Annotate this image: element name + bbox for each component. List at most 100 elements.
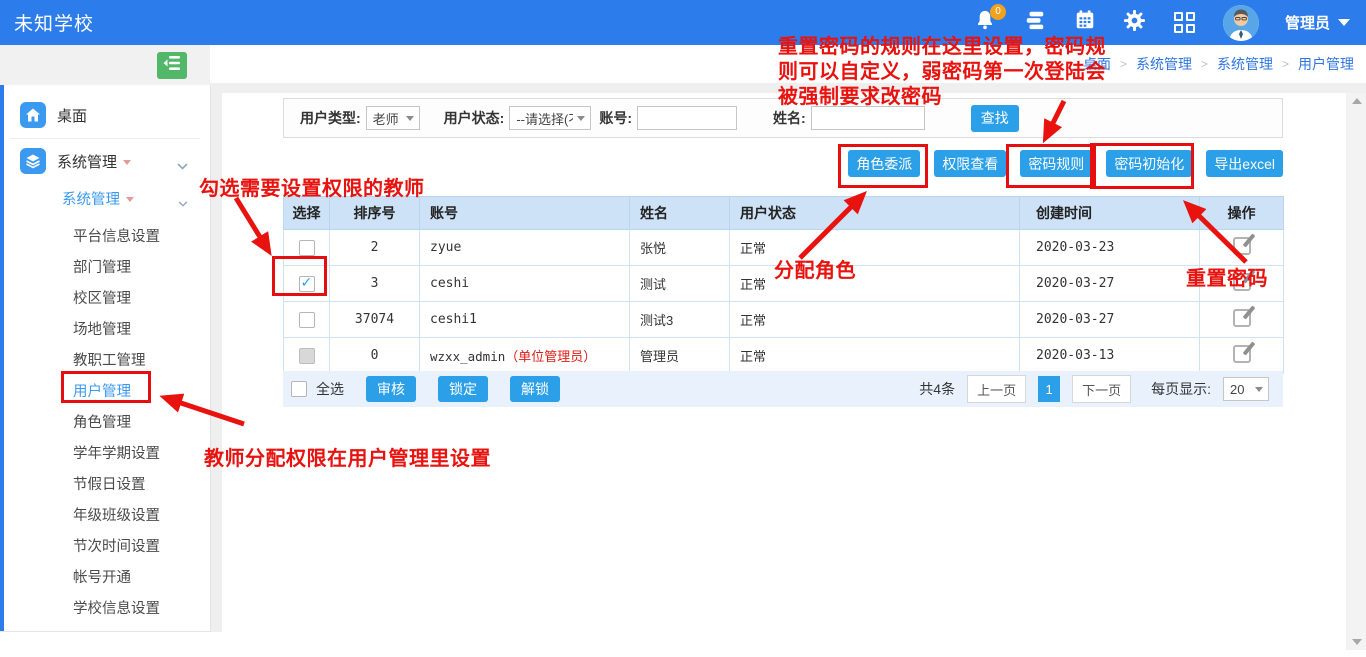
breadcrumb-desktop[interactable]: 桌面 <box>1083 54 1111 74</box>
breadcrumb-separator: > <box>1120 57 1127 71</box>
sidebar-item-staff[interactable]: 教职工管理 <box>0 346 210 377</box>
select-all-label: 全选 <box>316 379 344 399</box>
cell-sort: 3 <box>330 266 420 302</box>
name-label: 姓名: <box>773 108 806 128</box>
account-note: （单位管理员） <box>505 349 596 364</box>
table-row: 0 wzxx_admin（单位管理员） 管理员 正常 2020-03-13 <box>284 338 1284 374</box>
sidebar-item-clipped[interactable]: 考勤设置 <box>0 625 210 632</box>
school-name: 未知学校 <box>14 9 94 36</box>
unlock-button[interactable]: 解锁 <box>510 376 560 402</box>
admin-label: 管理员 <box>1285 12 1330 33</box>
admin-menu[interactable]: 管理员 <box>1285 12 1350 33</box>
edit-icon[interactable] <box>1233 237 1251 255</box>
account-label: 账号: <box>599 108 632 128</box>
sidebar-item-user-mgmt[interactable]: 用户管理 <box>0 377 210 408</box>
next-page-button[interactable]: 下一页 <box>1072 375 1131 403</box>
stack-button[interactable] <box>1023 11 1047 35</box>
sidebar-subgroup-system[interactable]: 系统管理 <box>0 183 210 213</box>
user-status-label: 用户状态: <box>444 108 505 128</box>
stack-icon <box>1024 9 1046 36</box>
settings-button[interactable] <box>1123 11 1147 35</box>
password-rule-button[interactable]: 密码规则 <box>1020 150 1092 177</box>
calendar-icon <box>1074 9 1096 36</box>
notifications-button[interactable]: 0 <box>973 11 997 35</box>
sidebar-item-department[interactable]: 部门管理 <box>0 253 210 284</box>
cell-created: 2020-03-27 <box>1020 266 1200 302</box>
sidebar-group-label: 系统管理 <box>57 151 117 172</box>
table-footer-bar: 全选 审核 锁定 解锁 共4条 上一页 1 下一页 每页显示: 20 <box>283 371 1283 407</box>
sidebar-item-role[interactable]: 角色管理 <box>0 408 210 439</box>
col-actions: 操作 <box>1200 197 1284 230</box>
password-init-button[interactable]: 密码初始化 <box>1106 150 1192 177</box>
sidebar-submenu: 平台信息设置 部门管理 校区管理 场地管理 教职工管理 用户管理 角色管理 学年… <box>0 222 210 632</box>
role-assign-button[interactable]: 角色委派 <box>848 150 920 177</box>
sidebar-item-period-time[interactable]: 节次时间设置 <box>0 532 210 563</box>
col-sort: 排序号 <box>330 197 420 230</box>
breadcrumb-system-1[interactable]: 系统管理 <box>1136 54 1192 74</box>
name-input[interactable] <box>811 106 925 130</box>
user-table: 选择 排序号 账号 姓名 用户状态 创建时间 操作 2 zyue 张悦 正常 2… <box>283 196 1284 374</box>
sidebar-item-school-info[interactable]: 学校信息设置 <box>0 594 210 625</box>
header-actions: 0 <box>973 5 1350 41</box>
prev-page-button[interactable]: 上一页 <box>967 375 1026 403</box>
cell-status: 正常 <box>730 230 1020 266</box>
apps-button[interactable] <box>1173 11 1197 35</box>
breadcrumb-user-mgmt[interactable]: 用户管理 <box>1298 54 1354 74</box>
action-buttons: 角色委派 权限查看 密码规则 密码初始化 导出excel <box>283 150 1283 177</box>
row-checkbox[interactable] <box>299 276 315 292</box>
cell-account: ceshi1 <box>420 302 630 338</box>
collapse-sidebar-button[interactable] <box>157 52 187 79</box>
vertical-scrollbar[interactable] <box>1346 93 1366 650</box>
user-type-select[interactable]: 老师 <box>366 106 420 130</box>
cell-sort: 37074 <box>330 302 420 338</box>
sidebar-item-label: 桌面 <box>57 105 87 126</box>
row-checkbox[interactable] <box>299 240 315 256</box>
sidebar-item-account-open[interactable]: 帐号开通 <box>0 563 210 594</box>
table-row: 2 zyue 张悦 正常 2020-03-23 <box>284 230 1284 266</box>
cell-status: 正常 <box>730 302 1020 338</box>
row-checkbox[interactable] <box>299 312 315 328</box>
permission-view-button[interactable]: 权限查看 <box>934 150 1006 177</box>
user-management-page: 未知学校 0 <box>0 0 1366 657</box>
user-status-value: --请选择(不 <box>516 109 573 128</box>
cell-account: wzxx_admin（单位管理员） <box>420 338 630 374</box>
scroll-up-arrow-icon[interactable] <box>1352 98 1362 104</box>
sidebar-item-holiday[interactable]: 节假日设置 <box>0 470 210 501</box>
caret-down-icon <box>1255 387 1263 392</box>
group-marker-icon <box>123 160 131 169</box>
home-icon <box>20 102 46 128</box>
current-page[interactable]: 1 <box>1038 376 1060 402</box>
audit-button[interactable]: 审核 <box>366 376 416 402</box>
scroll-down-arrow-icon[interactable] <box>1352 639 1362 645</box>
sidebar-group-system[interactable]: 系统管理 <box>0 144 210 178</box>
filter-bar: 用户类型: 老师 用户状态: --请选择(不 账号: 姓名: 查找 <box>283 98 1283 138</box>
breadcrumb-system-2[interactable]: 系统管理 <box>1217 54 1273 74</box>
sidebar-item-desktop[interactable]: 桌面 <box>0 98 210 132</box>
cell-name: 管理员 <box>630 338 730 374</box>
cell-sort: 0 <box>330 338 420 374</box>
sidebar-item-school-year[interactable]: 学年学期设置 <box>0 439 210 470</box>
calendar-button[interactable] <box>1073 11 1097 35</box>
col-account: 账号 <box>420 197 630 230</box>
user-type-label: 用户类型: <box>300 108 361 128</box>
account-input[interactable] <box>637 106 737 130</box>
per-page-select[interactable]: 20 <box>1223 377 1269 401</box>
edit-icon[interactable] <box>1233 309 1251 327</box>
col-created: 创建时间 <box>1020 197 1200 230</box>
subgroup-marker-icon <box>126 197 134 206</box>
table-row: 3 ceshi 测试 正常 2020-03-27 <box>284 266 1284 302</box>
select-all-checkbox[interactable] <box>291 381 307 397</box>
edit-icon[interactable] <box>1233 345 1251 363</box>
search-button[interactable]: 查找 <box>971 105 1019 132</box>
sidebar-item-platform-info[interactable]: 平台信息设置 <box>0 222 210 253</box>
export-excel-button[interactable]: 导出excel <box>1206 150 1283 177</box>
user-status-select[interactable]: --请选择(不 <box>509 106 591 130</box>
row-checkbox[interactable] <box>299 348 315 364</box>
sidebar-item-venue[interactable]: 场地管理 <box>0 315 210 346</box>
sidebar-item-campus[interactable]: 校区管理 <box>0 284 210 315</box>
col-name: 姓名 <box>630 197 730 230</box>
sidebar-item-grade-class[interactable]: 年级班级设置 <box>0 501 210 532</box>
edit-icon[interactable] <box>1233 273 1251 291</box>
lock-button[interactable]: 锁定 <box>438 376 488 402</box>
avatar[interactable] <box>1223 5 1259 41</box>
